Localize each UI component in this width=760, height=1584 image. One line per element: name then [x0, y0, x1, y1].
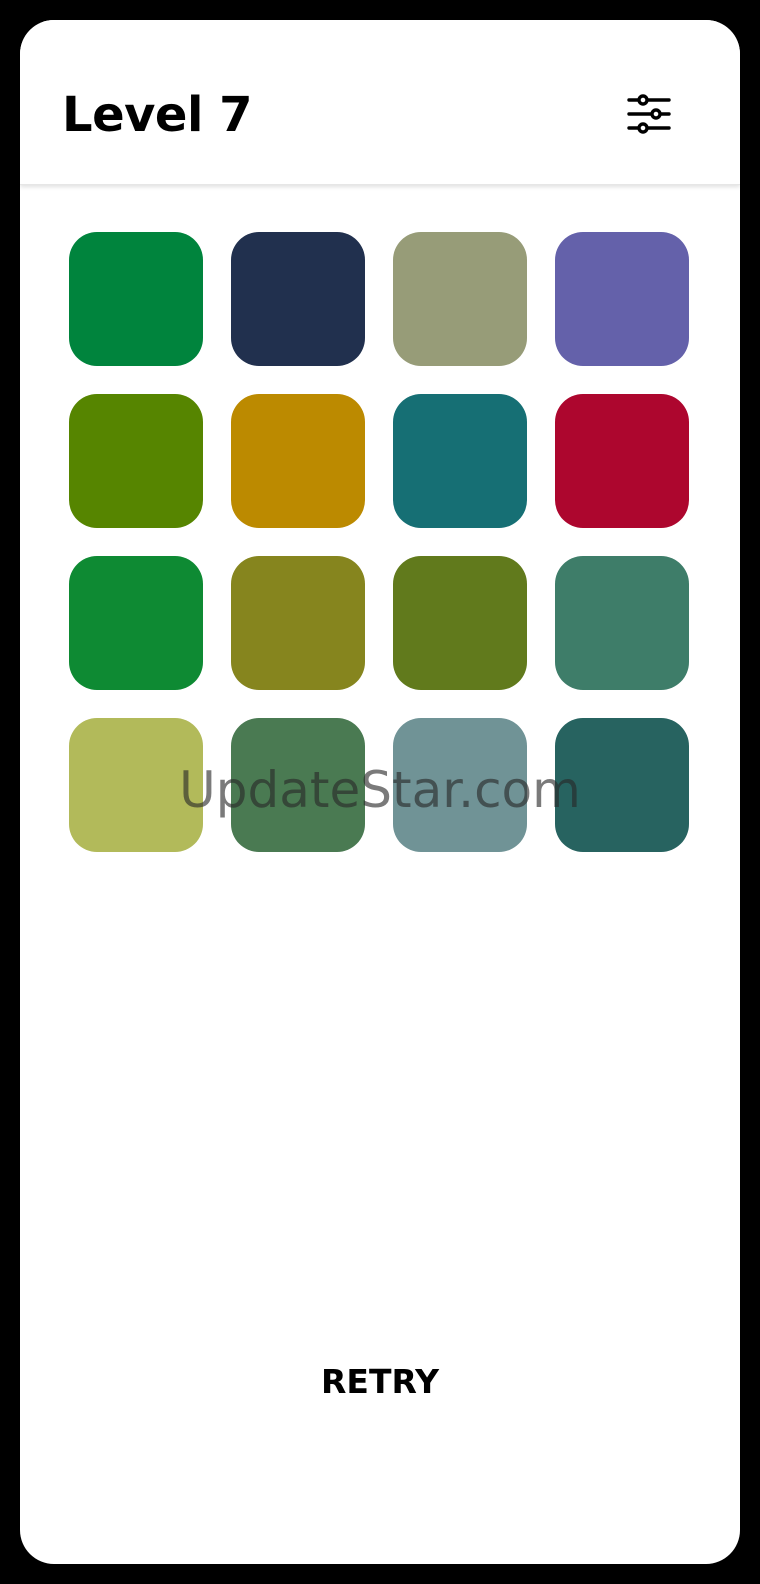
retry-button[interactable]: RETRY: [280, 1354, 480, 1410]
color-tile[interactable]: [555, 718, 689, 852]
color-tile[interactable]: [231, 718, 365, 852]
color-tile[interactable]: [69, 394, 203, 528]
app-screen: Level 7 UpdateStar.com RETRY: [20, 20, 740, 1564]
sliders-icon: [627, 94, 671, 134]
color-tile[interactable]: [393, 232, 527, 366]
color-tile[interactable]: [555, 556, 689, 690]
color-tile[interactable]: [393, 394, 527, 528]
color-tile[interactable]: [69, 232, 203, 366]
color-tile-grid: [69, 232, 689, 852]
color-tile[interactable]: [231, 232, 365, 366]
settings-button[interactable]: [620, 88, 678, 140]
app-header: Level 7: [20, 20, 740, 185]
level-title: Level 7: [62, 87, 253, 143]
color-tile[interactable]: [69, 718, 203, 852]
color-tile[interactable]: [231, 394, 365, 528]
color-tile[interactable]: [69, 556, 203, 690]
device-frame: Level 7 UpdateStar.com RETRY: [0, 0, 760, 1584]
color-tile[interactable]: [555, 232, 689, 366]
color-tile[interactable]: [231, 556, 365, 690]
color-tile[interactable]: [393, 556, 527, 690]
color-tile[interactable]: [393, 718, 527, 852]
color-tile[interactable]: [555, 394, 689, 528]
